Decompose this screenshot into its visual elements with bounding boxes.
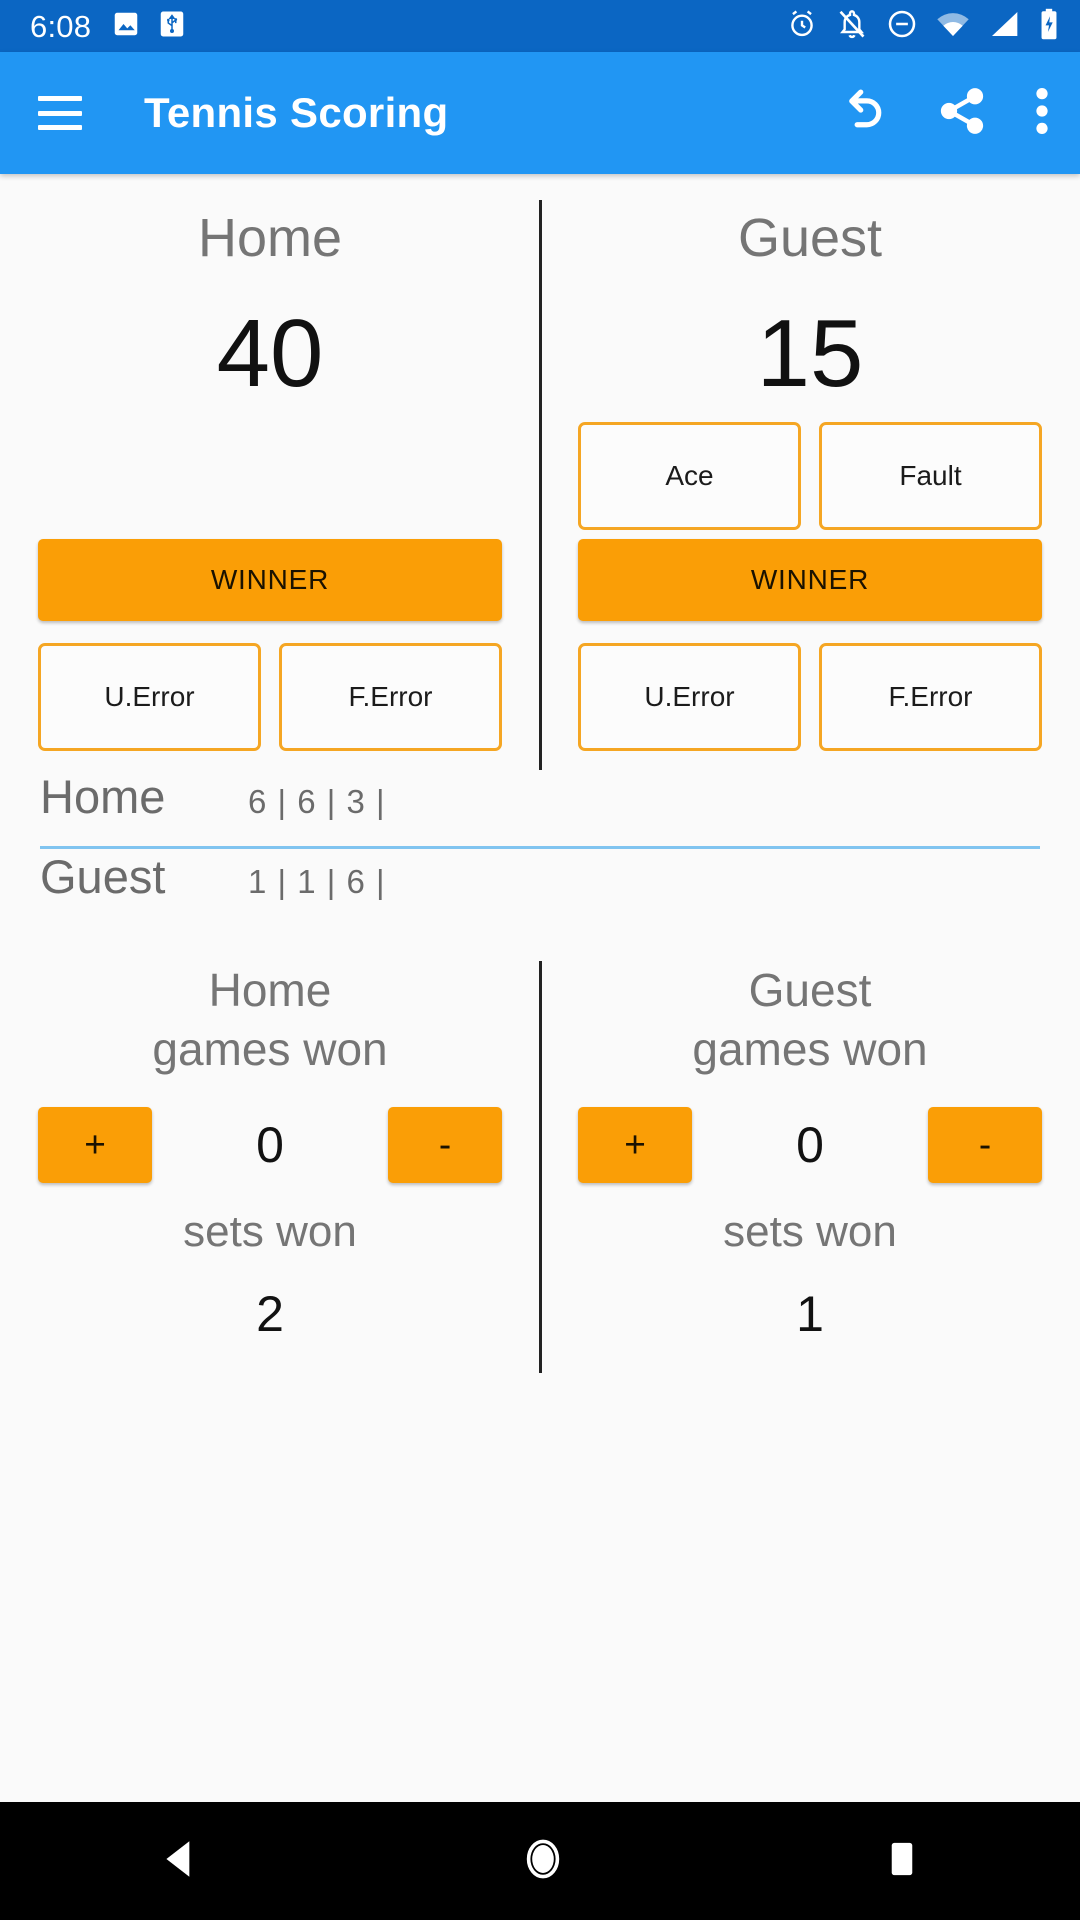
- guest-games-increment-button[interactable]: +: [578, 1106, 692, 1183]
- battery-charging-icon: [1038, 8, 1060, 45]
- home-forced-error-button[interactable]: F.Error: [279, 643, 502, 751]
- guest-games-won-title-line2: games won: [692, 1022, 928, 1075]
- app-bar-actions: [836, 84, 1050, 143]
- guest-games-decrement-button[interactable]: -: [928, 1106, 1042, 1183]
- guest-stats-column: Guest games won + 0 - sets won 1: [540, 961, 1080, 1381]
- usb-icon: [157, 9, 187, 44]
- guest-games-won-title-line1: Guest: [748, 964, 872, 1016]
- home-team-label: Home: [197, 208, 343, 268]
- home-games-decrement-button[interactable]: -: [388, 1106, 502, 1183]
- stats-panel-divider: [539, 961, 542, 1373]
- point-score-panel: Home 40 WINNER U.Error F.Error Guest 15 …: [0, 174, 1080, 770]
- guest-ace-button[interactable]: Ace: [578, 422, 801, 530]
- do-not-disturb-icon: [886, 8, 918, 45]
- home-sets-won-label: sets won: [183, 1206, 357, 1256]
- hamburger-menu-icon[interactable]: [38, 96, 82, 130]
- set-row-games: 6 | 6 | 3 |: [248, 783, 386, 820]
- guest-sets-won-value: 1: [796, 1285, 824, 1342]
- home-games-won-title-line1: Home: [208, 964, 332, 1016]
- games-sets-panel: Home games won + 0 - sets won 2 Guest ga…: [0, 961, 1080, 1381]
- undo-icon[interactable]: [836, 84, 890, 143]
- guest-sets-won-label: sets won: [723, 1206, 897, 1256]
- guest-games-won-value: 0: [796, 1116, 824, 1173]
- guest-team-label: Guest: [737, 208, 883, 268]
- notifications-off-icon: [836, 8, 868, 45]
- status-bar-left-icons: [111, 9, 187, 44]
- guest-forced-error-button[interactable]: F.Error: [819, 643, 1042, 751]
- set-score-row-home: Home 6 | 6 | 3 |: [40, 769, 1040, 849]
- home-error-buttons: U.Error F.Error: [38, 643, 502, 751]
- home-point-score: 40: [216, 299, 324, 407]
- wifi-icon: [936, 9, 970, 44]
- guest-games-won-stepper: + 0 -: [578, 1106, 1042, 1183]
- guest-score-column: Guest 15 Ace Fault WINNER U.Error F.Erro…: [540, 174, 1080, 769]
- guest-games-won-title: Guest games won: [692, 961, 927, 1079]
- set-scores-table: Home 6 | 6 | 3 | Guest 1 | 1 | 6 |: [0, 769, 1080, 929]
- guest-serve-buttons: Ace Fault: [578, 422, 1042, 530]
- phone-screen: 6:08 Tennis Scoring Home 40 WINNER U.Err…: [0, 0, 1080, 1920]
- guest-fault-button[interactable]: Fault: [819, 422, 1042, 530]
- status-bar-clock: 6:08: [30, 8, 92, 44]
- status-bar: 6:08: [0, 0, 1080, 52]
- image-icon: [111, 9, 141, 44]
- set-row-team-label: Guest: [40, 850, 166, 903]
- home-games-won-title: Home games won: [152, 961, 387, 1079]
- home-games-won-title-line2: games won: [152, 1022, 388, 1075]
- guest-unforced-error-button[interactable]: U.Error: [578, 643, 801, 751]
- home-stats-column: Home games won + 0 - sets won 2: [0, 961, 540, 1381]
- guest-point-score: 15: [756, 299, 864, 407]
- home-score-column: Home 40 WINNER U.Error F.Error: [0, 174, 540, 769]
- guest-error-buttons: U.Error F.Error: [578, 643, 1042, 751]
- more-options-icon[interactable]: [1034, 85, 1050, 142]
- home-icon[interactable]: [519, 1835, 567, 1888]
- home-games-won-value: 0: [256, 1116, 284, 1173]
- guest-winner-button[interactable]: WINNER: [578, 539, 1042, 621]
- home-winner-button[interactable]: WINNER: [38, 539, 502, 621]
- set-row-games: 1 | 1 | 6 |: [248, 863, 386, 900]
- set-row-team-label: Home: [40, 770, 166, 823]
- main-content: Home 40 WINNER U.Error F.Error Guest 15 …: [0, 174, 1080, 1802]
- home-games-increment-button[interactable]: +: [38, 1106, 152, 1183]
- set-score-row-guest: Guest 1 | 1 | 6 |: [40, 849, 1040, 929]
- home-games-won-stepper: + 0 -: [38, 1106, 502, 1183]
- status-bar-right-icons: [786, 8, 1060, 45]
- app-bar: Tennis Scoring: [0, 52, 1080, 174]
- alarm-icon: [786, 8, 818, 45]
- cellular-signal-icon: [988, 9, 1020, 44]
- home-unforced-error-button[interactable]: U.Error: [38, 643, 261, 751]
- system-navigation-bar: [0, 1802, 1080, 1920]
- page-title: Tennis Scoring: [144, 89, 449, 136]
- recents-icon[interactable]: [880, 1837, 924, 1886]
- share-icon[interactable]: [936, 85, 988, 142]
- back-icon[interactable]: [156, 1834, 206, 1889]
- home-sets-won-value: 2: [256, 1285, 284, 1342]
